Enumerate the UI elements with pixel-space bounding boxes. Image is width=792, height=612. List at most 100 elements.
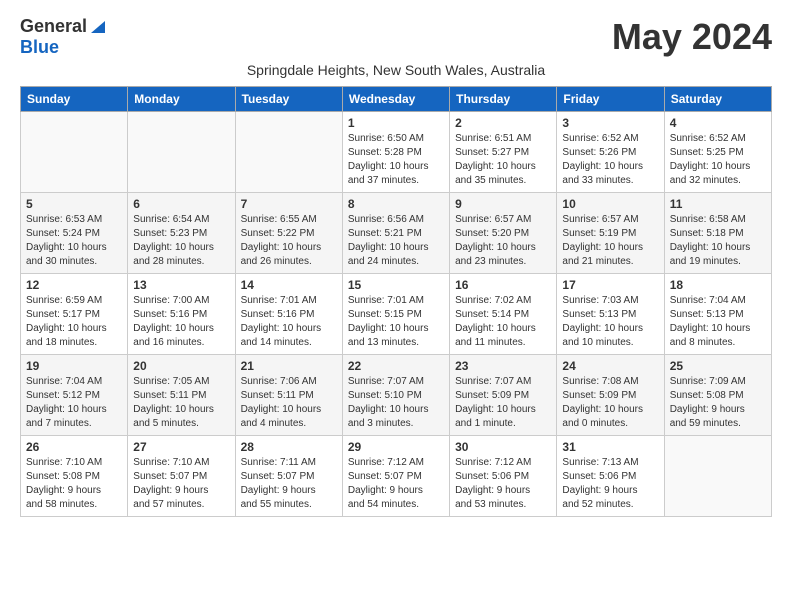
week-row-3: 12 Sunrise: 6:59 AM Sunset: 5:17 PM Dayli… (21, 274, 772, 355)
day-number: 18 (670, 278, 766, 292)
day-cell: 10 Sunrise: 6:57 AM Sunset: 5:19 PM Dayli… (557, 193, 664, 274)
day-cell: 15 Sunrise: 7:01 AM Sunset: 5:15 PM Dayli… (342, 274, 449, 355)
day-number: 21 (241, 359, 337, 373)
day-number: 11 (670, 197, 766, 211)
day-cell: 23Sunrise: 7:07 AM Sunset: 5:09 PM Dayli… (450, 355, 557, 436)
day-info: Sunrise: 7:10 AM Sunset: 5:07 PM Dayligh… (133, 456, 229, 512)
logo: General Blue (20, 16, 107, 58)
col-friday: Friday (557, 87, 664, 112)
day-number: 31 (562, 440, 658, 454)
day-cell: 21 Sunrise: 7:06 AM Sunset: 5:11 PM Dayli… (235, 355, 342, 436)
week-row-4: 19 Sunrise: 7:04 AM Sunset: 5:12 PM Dayli… (21, 355, 772, 436)
day-number: 26 (26, 440, 122, 454)
day-info: Sunrise: 7:08 AM Sunset: 5:09 PM Dayligh… (562, 375, 658, 431)
day-cell: 22 Sunrise: 7:07 AM Sunset: 5:10 PM Dayli… (342, 355, 449, 436)
day-cell: 16 Sunrise: 7:02 AM Sunset: 5:14 PM Dayli… (450, 274, 557, 355)
day-info: Sunrise: 6:54 AM Sunset: 5:23 PM Dayligh… (133, 213, 229, 269)
day-number: 29 (348, 440, 444, 454)
day-number: 13 (133, 278, 229, 292)
logo-line1: General (20, 16, 107, 37)
day-info: Sunrise: 6:55 AM Sunset: 5:22 PM Dayligh… (241, 213, 337, 269)
day-number: 6 (133, 197, 229, 211)
day-info: Sunrise: 7:01 AM Sunset: 5:15 PM Dayligh… (348, 294, 444, 350)
col-wednesday: Wednesday (342, 87, 449, 112)
day-cell (128, 112, 235, 193)
day-number: 16 (455, 278, 551, 292)
logo-blue: Blue (20, 37, 59, 57)
day-number: 19 (26, 359, 122, 373)
day-info: Sunrise: 6:51 AM Sunset: 5:27 PM Dayligh… (455, 132, 551, 188)
day-number: 23 (455, 359, 551, 373)
day-info: Sunrise: 7:02 AM Sunset: 5:14 PM Dayligh… (455, 294, 551, 350)
day-cell: 26 Sunrise: 7:10 AM Sunset: 5:08 PM Dayli… (21, 436, 128, 517)
day-cell: 8 Sunrise: 6:56 AM Sunset: 5:21 PM Daylig… (342, 193, 449, 274)
day-info: Sunrise: 6:53 AM Sunset: 5:24 PM Dayligh… (26, 213, 122, 269)
col-sunday: Sunday (21, 87, 128, 112)
day-cell: 13 Sunrise: 7:00 AM Sunset: 5:16 PM Dayli… (128, 274, 235, 355)
logo-general: General (20, 16, 87, 37)
day-info: Sunrise: 7:01 AM Sunset: 5:16 PM Dayligh… (241, 294, 337, 350)
day-info: Sunrise: 7:04 AM Sunset: 5:13 PM Dayligh… (670, 294, 766, 350)
day-number: 25 (670, 359, 766, 373)
day-info: Sunrise: 7:10 AM Sunset: 5:08 PM Dayligh… (26, 456, 122, 512)
day-cell: 31 Sunrise: 7:13 AM Sunset: 5:06 PM Dayli… (557, 436, 664, 517)
day-number: 4 (670, 116, 766, 130)
day-cell (664, 436, 771, 517)
day-cell: 28Sunrise: 7:11 AM Sunset: 5:07 PM Dayli… (235, 436, 342, 517)
day-info: Sunrise: 7:00 AM Sunset: 5:16 PM Dayligh… (133, 294, 229, 350)
day-number: 10 (562, 197, 658, 211)
month-title: May 2024 (612, 16, 772, 58)
header: General Blue May 2024 (20, 16, 772, 58)
day-cell: 12 Sunrise: 6:59 AM Sunset: 5:17 PM Dayli… (21, 274, 128, 355)
week-row-5: 26 Sunrise: 7:10 AM Sunset: 5:08 PM Dayli… (21, 436, 772, 517)
day-cell: 29 Sunrise: 7:12 AM Sunset: 5:07 PM Dayli… (342, 436, 449, 517)
day-info: Sunrise: 7:09 AM Sunset: 5:08 PM Dayligh… (670, 375, 766, 431)
day-cell (235, 112, 342, 193)
calendar-table: Sunday Monday Tuesday Wednesday Thursday… (20, 86, 772, 517)
day-number: 24 (562, 359, 658, 373)
day-info: Sunrise: 7:03 AM Sunset: 5:13 PM Dayligh… (562, 294, 658, 350)
day-info: Sunrise: 6:57 AM Sunset: 5:20 PM Dayligh… (455, 213, 551, 269)
header-row: Sunday Monday Tuesday Wednesday Thursday… (21, 87, 772, 112)
day-number: 5 (26, 197, 122, 211)
day-number: 15 (348, 278, 444, 292)
logo-line2: Blue (20, 37, 59, 58)
day-cell: 30Sunrise: 7:12 AM Sunset: 5:06 PM Dayli… (450, 436, 557, 517)
day-info: Sunrise: 6:50 AM Sunset: 5:28 PM Dayligh… (348, 132, 444, 188)
page: General Blue May 2024 Springdale Heights… (0, 0, 792, 537)
day-cell (21, 112, 128, 193)
col-saturday: Saturday (664, 87, 771, 112)
day-info: Sunrise: 6:57 AM Sunset: 5:19 PM Dayligh… (562, 213, 658, 269)
day-cell: 1Sunrise: 6:50 AM Sunset: 5:28 PM Daylig… (342, 112, 449, 193)
day-number: 3 (562, 116, 658, 130)
day-cell: 7 Sunrise: 6:55 AM Sunset: 5:22 PM Daylig… (235, 193, 342, 274)
day-number: 8 (348, 197, 444, 211)
day-cell: 14 Sunrise: 7:01 AM Sunset: 5:16 PM Dayli… (235, 274, 342, 355)
col-thursday: Thursday (450, 87, 557, 112)
day-number: 9 (455, 197, 551, 211)
day-info: Sunrise: 6:52 AM Sunset: 5:25 PM Dayligh… (670, 132, 766, 188)
week-row-1: 1Sunrise: 6:50 AM Sunset: 5:28 PM Daylig… (21, 112, 772, 193)
day-number: 27 (133, 440, 229, 454)
day-info: Sunrise: 7:13 AM Sunset: 5:06 PM Dayligh… (562, 456, 658, 512)
day-cell: 9 Sunrise: 6:57 AM Sunset: 5:20 PM Daylig… (450, 193, 557, 274)
day-info: Sunrise: 6:58 AM Sunset: 5:18 PM Dayligh… (670, 213, 766, 269)
day-number: 7 (241, 197, 337, 211)
day-number: 30 (455, 440, 551, 454)
day-cell: 19 Sunrise: 7:04 AM Sunset: 5:12 PM Dayli… (21, 355, 128, 436)
day-info: Sunrise: 7:04 AM Sunset: 5:12 PM Dayligh… (26, 375, 122, 431)
day-cell: 17 Sunrise: 7:03 AM Sunset: 5:13 PM Dayli… (557, 274, 664, 355)
col-monday: Monday (128, 87, 235, 112)
day-info: Sunrise: 7:06 AM Sunset: 5:11 PM Dayligh… (241, 375, 337, 431)
day-info: Sunrise: 7:12 AM Sunset: 5:07 PM Dayligh… (348, 456, 444, 512)
day-cell: 18 Sunrise: 7:04 AM Sunset: 5:13 PM Dayli… (664, 274, 771, 355)
day-info: Sunrise: 7:07 AM Sunset: 5:10 PM Dayligh… (348, 375, 444, 431)
day-info: Sunrise: 6:59 AM Sunset: 5:17 PM Dayligh… (26, 294, 122, 350)
day-number: 14 (241, 278, 337, 292)
day-number: 28 (241, 440, 337, 454)
day-number: 12 (26, 278, 122, 292)
day-number: 22 (348, 359, 444, 373)
day-info: Sunrise: 6:56 AM Sunset: 5:21 PM Dayligh… (348, 213, 444, 269)
day-info: Sunrise: 7:05 AM Sunset: 5:11 PM Dayligh… (133, 375, 229, 431)
day-number: 17 (562, 278, 658, 292)
